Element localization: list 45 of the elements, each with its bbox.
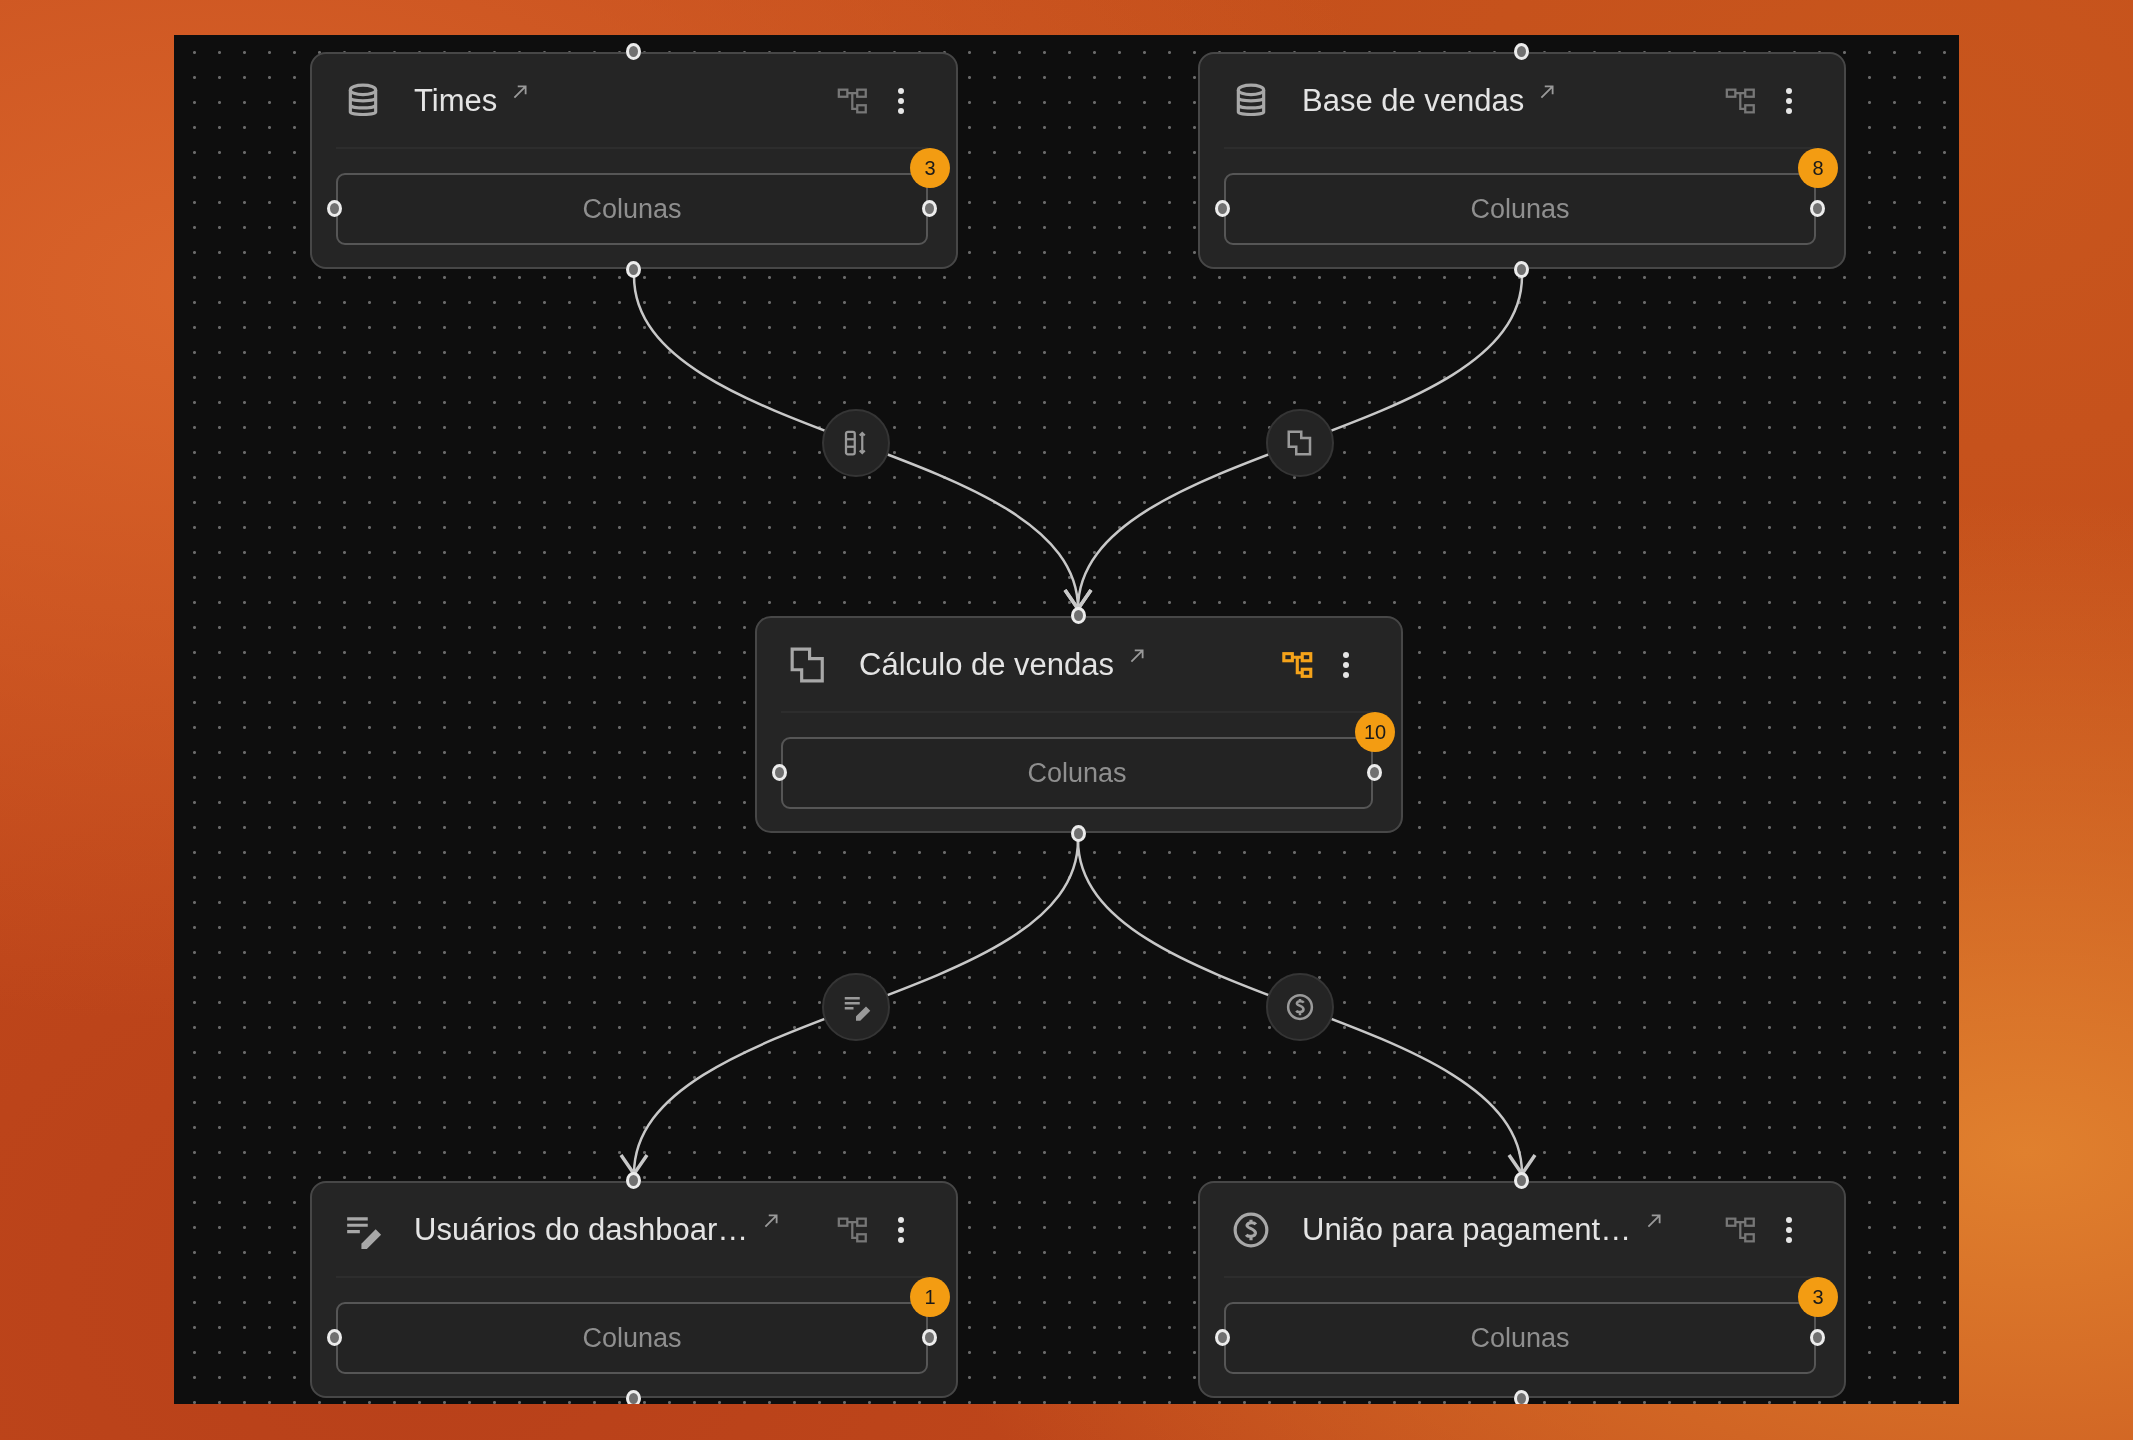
connection-handle[interactable] [1367,764,1382,781]
merge-icon [789,645,827,684]
dollar-icon [1232,1210,1270,1249]
count-badge: 8 [1798,148,1838,188]
more-options-icon[interactable] [1341,649,1351,680]
arrow-up-right-icon[interactable] [1645,1211,1664,1230]
connection-handle[interactable] [1810,1329,1825,1346]
connection-handle[interactable] [1071,825,1086,842]
node-card[interactable]: União para pagament… Colunas 3 [1198,1181,1846,1398]
count-badge: 10 [1355,712,1395,752]
connection-handle[interactable] [922,200,937,217]
connection-handle[interactable] [327,1329,342,1346]
node-card[interactable]: Cálculo de vendas Colunas 10 [755,616,1403,833]
arrow-up-right-icon[interactable] [1128,646,1147,665]
more-options-icon[interactable] [896,85,906,116]
node-title: União para pagament… [1302,1211,1632,1248]
connection-handle[interactable] [1514,261,1529,278]
connection-handle[interactable] [1215,200,1230,217]
connection-handle[interactable] [1215,1329,1230,1346]
arrow-up-right-icon[interactable] [762,1211,781,1230]
arrow-up-right-icon[interactable] [511,82,530,101]
connection-handle[interactable] [1071,607,1086,624]
more-options-icon[interactable] [1784,1214,1794,1245]
connection-handle[interactable] [1514,43,1529,60]
connection-handle[interactable] [1810,200,1825,217]
node-card[interactable]: Base de vendas Colunas 8 [1198,52,1846,269]
node-title: Times [414,82,498,119]
node-title: Base de vendas [1302,82,1525,119]
connection-handle[interactable] [772,764,787,781]
connection-handle[interactable] [922,1329,937,1346]
count-badge: 3 [910,148,950,188]
node-title: Cálculo de vendas [859,646,1115,683]
connection-handle[interactable] [327,200,342,217]
connection-handle[interactable] [626,1172,641,1189]
more-options-icon[interactable] [1784,85,1794,116]
count-badge: 3 [1798,1277,1838,1317]
more-options-icon[interactable] [896,1214,906,1245]
connection-handle[interactable] [626,43,641,60]
node-title: Usuários do dashboar… [414,1211,749,1248]
count-badge: 1 [910,1277,950,1317]
arrow-up-right-icon[interactable] [1538,82,1557,101]
connection-handle[interactable] [626,261,641,278]
node-card[interactable]: Times Colunas 3 [310,52,958,269]
node-card[interactable]: Usuários do dashboar… Colunas 1 [310,1181,958,1398]
connection-handle[interactable] [1514,1172,1529,1189]
